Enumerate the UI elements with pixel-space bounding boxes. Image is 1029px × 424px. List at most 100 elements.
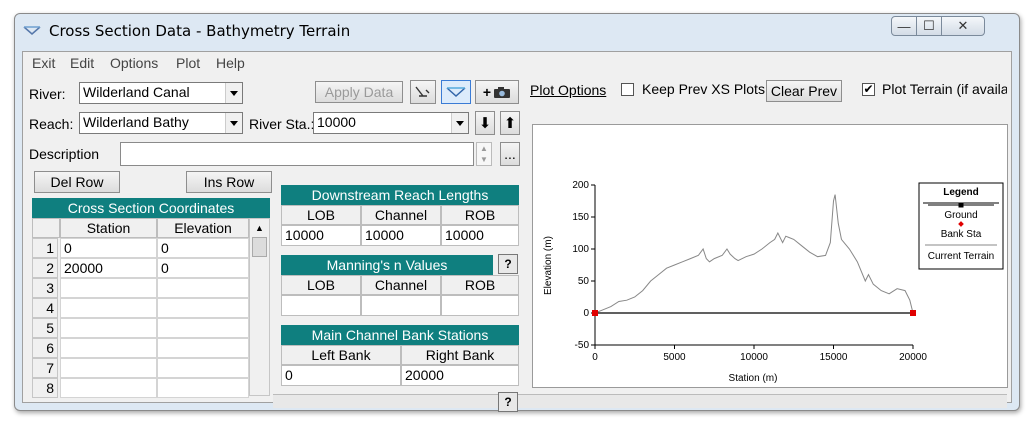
- app-icon: [23, 26, 41, 35]
- arrow-up-icon: ⬆: [503, 115, 517, 132]
- river-select[interactable]: Wilderland Canal: [79, 82, 243, 104]
- apply-data-button[interactable]: Apply Data: [315, 81, 403, 103]
- elevation-cell[interactable]: [157, 318, 249, 338]
- pencil-icon: [415, 86, 430, 97]
- reach-rob-input[interactable]: 10000: [441, 225, 519, 246]
- menu-options[interactable]: Options: [110, 55, 158, 71]
- next-station-up-button[interactable]: ⬆: [500, 111, 520, 135]
- right-bank-input[interactable]: 20000: [401, 365, 519, 386]
- legend-current-terrain: Current Terrain: [928, 251, 995, 262]
- status-help-button[interactable]: ?: [498, 392, 518, 412]
- camera-icon: [494, 86, 511, 98]
- scroll-thumb[interactable]: [252, 237, 267, 257]
- close-icon: ✕: [957, 18, 969, 33]
- description-input[interactable]: [120, 142, 474, 166]
- spin-down-icon: ▼: [480, 155, 488, 164]
- elevation-cell[interactable]: [157, 298, 249, 318]
- minimize-icon: —: [897, 18, 911, 34]
- station-cell[interactable]: [60, 298, 157, 318]
- plot-xs-tool-button[interactable]: [441, 80, 471, 104]
- legend-title: Legend: [943, 187, 979, 198]
- xs-table-scrollbar[interactable]: ▲: [249, 218, 270, 396]
- clear-prev-button[interactable]: Clear Prev: [766, 80, 842, 102]
- station-cell[interactable]: [60, 318, 157, 338]
- elevation-cell[interactable]: [157, 338, 249, 358]
- menu-bar: Exit Edit Options Plot Help: [23, 52, 1011, 74]
- menu-exit[interactable]: Exit: [32, 55, 55, 71]
- next-station-down-button[interactable]: ⬇: [475, 111, 495, 135]
- client-area: Exit Edit Options Plot Help River: Wilde…: [22, 51, 1012, 412]
- maximize-button[interactable]: ☐: [916, 16, 942, 36]
- reach-lengths-title: Downstream Reach Lengths: [281, 185, 519, 205]
- y-tick-label: 0: [583, 308, 589, 319]
- elevation-column-header: Elevation: [157, 218, 249, 238]
- legend: Legend Ground Bank Sta Current Terrain: [918, 182, 1004, 270]
- elevation-cell[interactable]: [157, 378, 249, 398]
- elevation-cell[interactable]: [157, 358, 249, 378]
- menu-edit[interactable]: Edit: [70, 55, 94, 71]
- row-number: 5: [32, 318, 58, 338]
- river-sta-select[interactable]: 10000: [313, 112, 469, 134]
- left-bank-input[interactable]: 0: [281, 365, 401, 386]
- row-number: 7: [32, 358, 58, 378]
- reach-lob-input[interactable]: 10000: [281, 225, 361, 246]
- station-cell[interactable]: [60, 378, 157, 398]
- elevation-cell[interactable]: [157, 278, 249, 298]
- description-spinner[interactable]: ▲ ▼: [476, 142, 492, 166]
- arrow-down-icon: ⬇: [478, 115, 492, 132]
- mannings-help-button[interactable]: ?: [498, 254, 518, 274]
- reach-select[interactable]: Wilderland Bathy: [79, 112, 243, 134]
- bank-sta-point: [910, 310, 916, 316]
- station-cell[interactable]: [60, 338, 157, 358]
- chevron-down-icon: [225, 113, 242, 133]
- legend-bank-sta: Bank Sta: [941, 229, 982, 240]
- cross-section-icon: [446, 87, 466, 98]
- add-picture-button[interactable]: +: [475, 80, 519, 104]
- reach-lob-header: LOB: [281, 205, 361, 225]
- station-cell[interactable]: 0: [60, 238, 157, 258]
- edit-xs-tool-button[interactable]: [410, 80, 436, 104]
- station-cell[interactable]: 20000: [60, 258, 157, 278]
- station-cell[interactable]: [60, 278, 157, 298]
- row-number: 1: [32, 238, 58, 258]
- legend-ground: Ground: [944, 210, 977, 221]
- xs-chart: Elevation (m) Station (m) Legend Ground …: [543, 180, 1004, 384]
- mannings-lob-input[interactable]: [281, 295, 361, 316]
- mannings-channel-input[interactable]: [361, 295, 441, 316]
- row-number: 6: [32, 338, 58, 358]
- left-bank-header: Left Bank: [281, 345, 401, 365]
- menu-plot[interactable]: Plot: [176, 55, 200, 71]
- elevation-cell[interactable]: 0: [157, 258, 249, 278]
- close-button[interactable]: ✕: [941, 16, 985, 36]
- menu-help[interactable]: Help: [216, 55, 245, 71]
- y-tick-label: 50: [578, 276, 590, 287]
- river-sta-label: River Sta.:: [249, 116, 315, 132]
- keep-prev-checkbox[interactable]: [621, 83, 634, 96]
- y-tick-label: 100: [572, 244, 589, 255]
- reach-channel-input[interactable]: 10000: [361, 225, 441, 246]
- del-row-button[interactable]: Del Row: [34, 171, 120, 193]
- elevation-cell[interactable]: 0: [157, 238, 249, 258]
- row-number: 8: [32, 378, 58, 398]
- row-number: 3: [32, 278, 58, 298]
- window-title: Cross Section Data - Bathymetry Terrain: [49, 22, 351, 40]
- chevron-down-icon: [451, 113, 468, 133]
- mannings-channel-header: Channel: [361, 275, 441, 295]
- x-axis-label: Station (m): [729, 373, 778, 384]
- ins-row-button[interactable]: Ins Row: [186, 171, 272, 193]
- plot-options-link[interactable]: Plot Options: [530, 82, 606, 98]
- plot-terrain-checkbox[interactable]: ✔: [862, 83, 875, 96]
- mannings-rob-header: ROB: [441, 275, 519, 295]
- minimize-button[interactable]: —: [891, 16, 917, 36]
- description-more-button[interactable]: ...: [500, 142, 520, 166]
- mannings-lob-header: LOB: [281, 275, 361, 295]
- station-cell[interactable]: [60, 358, 157, 378]
- xs-coords-title: Cross Section Coordinates: [32, 198, 270, 218]
- help-icon: ?: [504, 257, 512, 271]
- status-bar: [273, 394, 1007, 408]
- river-select-value: Wilderland Canal: [83, 84, 190, 100]
- plus-icon: +: [482, 84, 492, 100]
- mannings-rob-input[interactable]: [441, 295, 519, 316]
- checkmark-icon: ✔: [863, 82, 874, 96]
- plot-terrain-label: Plot Terrain (if availab: [882, 81, 1007, 97]
